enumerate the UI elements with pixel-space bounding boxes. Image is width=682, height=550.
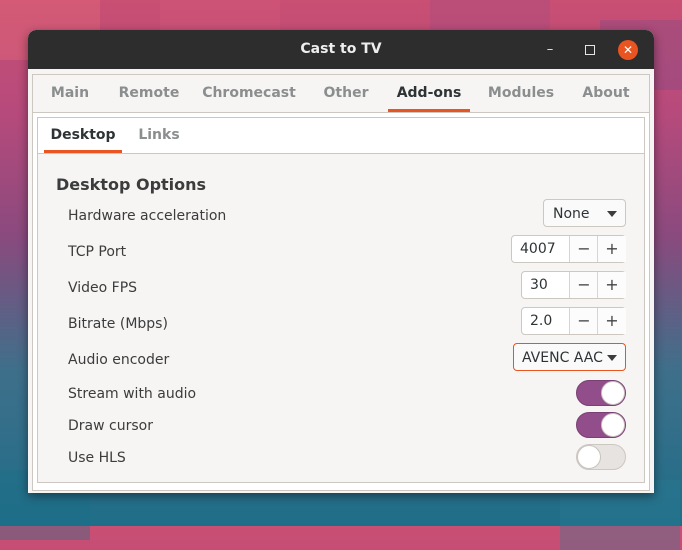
switch-knob [601,381,625,405]
bitrate-decrement-button[interactable]: − [569,308,598,334]
tab-modules[interactable]: Modules [481,75,561,112]
tab-main[interactable]: Main [41,75,99,112]
maximize-icon[interactable] [580,40,600,60]
bitrate-value[interactable]: 2.0 [530,308,552,335]
draw-cursor-switch[interactable] [576,412,626,438]
video-fps-value[interactable]: 30 [530,272,548,299]
subtab-bar: Desktop Links [38,118,644,154]
window-title: Cast to TV [300,41,382,57]
app-window: Cast to TV – ✕ Main Remote Chromecast Ot… [28,30,654,493]
chevron-down-icon [607,355,617,361]
tcp-port-decrement-button[interactable]: − [569,236,598,262]
video-fps-increment-button[interactable]: + [597,272,626,298]
tab-chromecast[interactable]: Chromecast [199,75,299,112]
use-hls-label: Use HLS [68,450,126,466]
tab-about[interactable]: About [575,75,637,112]
hardware-acceleration-value: None [553,206,590,222]
draw-cursor-label: Draw cursor [68,418,153,434]
switch-knob [577,445,601,469]
subtab-desktop[interactable]: Desktop [44,118,122,153]
bitrate-increment-button[interactable]: + [597,308,626,334]
chevron-down-icon [607,211,617,217]
video-fps-label: Video FPS [68,280,138,296]
close-icon[interactable]: ✕ [618,40,638,60]
hardware-acceleration-combo[interactable]: None [543,199,626,227]
switch-knob [601,413,625,437]
add-ons-panel: Desktop Links Desktop Options Hardware a… [37,117,645,483]
tcp-port-increment-button[interactable]: + [597,236,626,262]
main-notebook: Main Remote Chromecast Other Add-ons Mod… [32,74,650,491]
video-fps-decrement-button[interactable]: − [569,272,598,298]
video-fps-spinbutton[interactable]: 30 − + [521,271,626,299]
tcp-port-value[interactable]: 4007 [520,236,556,263]
audio-encoder-combo[interactable]: AVENC AAC [513,343,626,371]
audio-encoder-value: AVENC AAC [522,350,603,366]
hardware-acceleration-label: Hardware acceleration [68,208,227,224]
stream-with-audio-switch[interactable] [576,380,626,406]
bitrate-label: Bitrate (Mbps) [68,316,168,332]
tcp-port-spinbutton[interactable]: 4007 − + [511,235,626,263]
tab-add-ons[interactable]: Add-ons [388,75,470,112]
section-title: Desktop Options [56,175,207,194]
minimize-icon[interactable]: – [540,40,560,60]
tab-bar: Main Remote Chromecast Other Add-ons Mod… [33,75,649,113]
subtab-links[interactable]: Links [136,118,182,153]
use-hls-switch[interactable] [576,444,626,470]
stream-with-audio-label: Stream with audio [68,386,197,402]
tab-other[interactable]: Other [315,75,377,112]
bitrate-spinbutton[interactable]: 2.0 − + [521,307,626,335]
tab-remote[interactable]: Remote [113,75,185,112]
tcp-port-label: TCP Port [68,244,127,260]
audio-encoder-label: Audio encoder [68,352,170,368]
titlebar[interactable]: Cast to TV – ✕ [28,30,654,69]
